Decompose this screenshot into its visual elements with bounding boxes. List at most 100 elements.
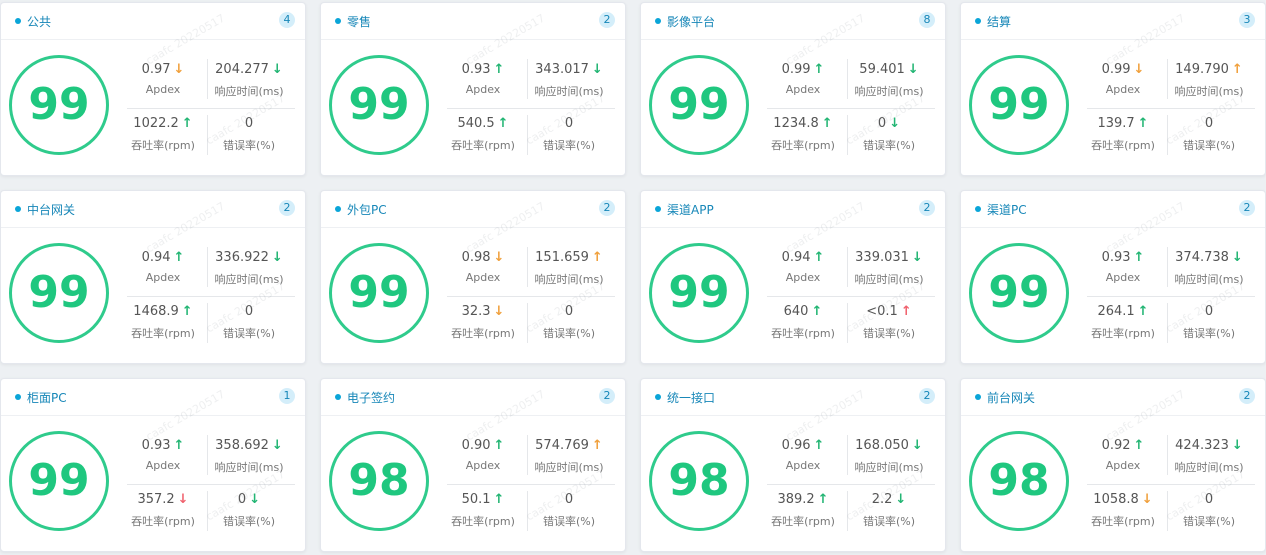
app-card[interactable]: 外包PC 2 99 0.98 ↓ Apdex 151.659 ↑ 响应时间(ms) 32.3 ↓ 吞吐… bbox=[320, 190, 626, 364]
metric-apdex-label: Apdex bbox=[145, 459, 181, 472]
status-dot-icon bbox=[335, 206, 341, 212]
card-header: 公共 4 bbox=[1, 3, 305, 40]
divider-vertical-bottom bbox=[527, 115, 528, 155]
card-title[interactable]: 结算 bbox=[987, 13, 1011, 30]
card-title[interactable]: 电子签约 bbox=[347, 389, 395, 406]
metric-apdex-value: 0.98 bbox=[461, 250, 491, 265]
trend-up-arrow-icon: ↑ bbox=[591, 250, 603, 265]
metric-response-value-row: 59.401 ↓ bbox=[849, 61, 929, 79]
app-card[interactable]: 统一接口 2 98 0.96 ↑ Apdex 168.050 ↓ 响应时间(ms) 389.2 ↑ 吞… bbox=[640, 378, 946, 552]
metric-throughput: 32.3 ↓ 吞吐率(rpm) bbox=[443, 303, 523, 341]
card-header: 前台网关 2 bbox=[961, 379, 1265, 416]
app-card[interactable]: 渠道APP 2 99 0.94 ↑ Apdex 339.031 ↓ 响应时间(ms) 640 ↑ 吞吐… bbox=[640, 190, 946, 364]
app-card[interactable]: 电子签约 2 98 0.90 ↑ Apdex 574.769 ↑ 响应时间(ms) 50.1 ↑ 吞吐… bbox=[320, 378, 626, 552]
metric-throughput-value: 32.3 bbox=[461, 304, 491, 319]
metric-throughput-value: 540.5 bbox=[457, 116, 495, 131]
metric-throughput-value: 1022.2 bbox=[133, 116, 179, 131]
metric-apdex-value: 0.94 bbox=[781, 250, 811, 265]
metric-response: 343.017 ↓ 响应时间(ms) bbox=[529, 61, 609, 99]
metric-apdex-label: Apdex bbox=[145, 83, 181, 96]
metric-error-value-row: 0 bbox=[529, 303, 609, 321]
trend-up-arrow-icon: ↑ bbox=[173, 250, 185, 265]
metric-apdex-value-row: 0.93 ↑ bbox=[123, 437, 203, 455]
metric-response: 358.692 ↓ 响应时间(ms) bbox=[209, 437, 289, 475]
metric-response: 168.050 ↓ 响应时间(ms) bbox=[849, 437, 929, 475]
app-card[interactable]: 零售 2 99 0.93 ↑ Apdex 343.017 ↓ 响应时间(ms) 540.5 ↑ 吞吐率… bbox=[320, 2, 626, 176]
metric-apdex-value-row: 0.98 ↓ bbox=[443, 249, 523, 267]
metric-throughput-label: 吞吐率(rpm) bbox=[771, 327, 835, 340]
trend-up-arrow-icon: ↑ bbox=[1133, 250, 1145, 265]
trend-down-arrow-icon: ↓ bbox=[271, 250, 283, 265]
health-score: 99 bbox=[668, 79, 730, 130]
metric-apdex: 0.94 ↑ Apdex bbox=[763, 249, 843, 284]
metric-error: 0 错误率(%) bbox=[209, 303, 289, 341]
app-card[interactable]: 前台网关 2 98 0.92 ↑ Apdex 424.323 ↓ 响应时间(ms) 1058.8 ↓… bbox=[960, 378, 1266, 552]
trend-up-arrow-icon: ↑ bbox=[181, 116, 193, 131]
divider-horizontal bbox=[127, 296, 295, 297]
card-header: 电子签约 2 bbox=[321, 379, 625, 416]
card-title[interactable]: 外包PC bbox=[347, 201, 387, 218]
card-header: 零售 2 bbox=[321, 3, 625, 40]
trend-up-arrow-icon: ↑ bbox=[181, 304, 193, 319]
metric-error-label: 错误率(%) bbox=[542, 515, 596, 528]
metric-error-value-row: 2.2 ↓ bbox=[849, 491, 929, 509]
metric-response-value: 168.050 bbox=[855, 438, 909, 453]
app-card[interactable]: 结算 3 99 0.99 ↓ Apdex 149.790 ↑ 响应时间(ms) 139.7 ↑ 吞吐率… bbox=[960, 2, 1266, 176]
instance-count-badge: 3 bbox=[1239, 12, 1255, 28]
metric-response-value-row: 343.017 ↓ bbox=[529, 61, 609, 79]
card-title[interactable]: 零售 bbox=[347, 13, 371, 30]
health-score: 99 bbox=[28, 79, 90, 130]
metric-throughput-value-row: 540.5 ↑ bbox=[443, 115, 523, 133]
metric-apdex: 0.90 ↑ Apdex bbox=[443, 437, 523, 472]
card-title[interactable]: 统一接口 bbox=[667, 389, 715, 406]
metric-response-value-row: 168.050 ↓ bbox=[849, 437, 929, 455]
metric-error-value-row: 0 bbox=[209, 115, 289, 133]
status-dot-icon bbox=[975, 18, 981, 24]
card-header: 外包PC 2 bbox=[321, 191, 625, 228]
metric-apdex-value: 0.94 bbox=[141, 250, 171, 265]
metric-apdex-label: Apdex bbox=[465, 83, 501, 96]
card-title[interactable]: 公共 bbox=[27, 13, 51, 30]
status-dot-icon bbox=[655, 206, 661, 212]
metric-throughput-label: 吞吐率(rpm) bbox=[1091, 327, 1155, 340]
metric-response-value: 59.401 bbox=[859, 62, 905, 77]
trend-up-arrow-icon: ↑ bbox=[900, 304, 912, 319]
metric-error-value-row: 0 bbox=[1169, 115, 1249, 133]
app-card[interactable]: 影像平台 8 99 0.99 ↑ Apdex 59.401 ↓ 响应时间(ms) 1234.8 ↑ 吞… bbox=[640, 2, 946, 176]
app-card[interactable]: 柜面PC 1 99 0.93 ↑ Apdex 358.692 ↓ 响应时间(ms) 357.2 ↓ 吞… bbox=[0, 378, 306, 552]
app-card[interactable]: 中台网关 2 99 0.94 ↑ Apdex 336.922 ↓ 响应时间(ms) 1468.9 ↑… bbox=[0, 190, 306, 364]
metric-throughput-value-row: 1468.9 ↑ bbox=[123, 303, 203, 321]
card-header: 渠道PC 2 bbox=[961, 191, 1265, 228]
score-ring: 99 bbox=[969, 55, 1069, 155]
metric-response-value-row: 149.790 ↑ bbox=[1169, 61, 1249, 79]
card-title[interactable]: 渠道APP bbox=[667, 201, 714, 218]
metric-response-label: 响应时间(ms) bbox=[1174, 273, 1244, 286]
metric-response: 151.659 ↑ 响应时间(ms) bbox=[529, 249, 609, 287]
card-title[interactable]: 柜面PC bbox=[27, 389, 67, 406]
divider-vertical-top bbox=[847, 247, 848, 287]
health-score: 99 bbox=[28, 455, 90, 506]
metric-response: 204.277 ↓ 响应时间(ms) bbox=[209, 61, 289, 99]
metric-apdex-label: Apdex bbox=[785, 271, 821, 284]
metric-apdex-value: 0.97 bbox=[141, 62, 171, 77]
divider-vertical-top bbox=[527, 435, 528, 475]
divider-vertical-bottom bbox=[207, 115, 208, 155]
app-card[interactable]: 渠道PC 2 99 0.93 ↑ Apdex 374.738 ↓ 响应时间(ms) 264.1 ↑ 吞… bbox=[960, 190, 1266, 364]
instance-count-badge: 2 bbox=[1239, 388, 1255, 404]
metric-error-value-row: 0 bbox=[1169, 491, 1249, 509]
metric-apdex-value: 0.93 bbox=[141, 438, 171, 453]
card-title[interactable]: 渠道PC bbox=[987, 201, 1027, 218]
divider-horizontal bbox=[1087, 108, 1255, 109]
divider-horizontal bbox=[1087, 484, 1255, 485]
card-title[interactable]: 前台网关 bbox=[987, 389, 1035, 406]
metric-throughput: 50.1 ↑ 吞吐率(rpm) bbox=[443, 491, 523, 529]
card-title[interactable]: 影像平台 bbox=[667, 13, 715, 30]
metric-error: 0 错误率(%) bbox=[529, 115, 609, 153]
metric-apdex: 0.93 ↑ Apdex bbox=[443, 61, 523, 96]
app-card[interactable]: 公共 4 99 0.97 ↓ Apdex 204.277 ↓ 响应时间(ms) 1022.2 ↑ 吞吐… bbox=[0, 2, 306, 176]
metric-apdex-value-row: 0.93 ↑ bbox=[1083, 249, 1163, 267]
card-title[interactable]: 中台网关 bbox=[27, 201, 75, 218]
status-dot-icon bbox=[655, 394, 661, 400]
trend-up-arrow-icon: ↑ bbox=[821, 116, 833, 131]
metric-response: 424.323 ↓ 响应时间(ms) bbox=[1169, 437, 1249, 475]
